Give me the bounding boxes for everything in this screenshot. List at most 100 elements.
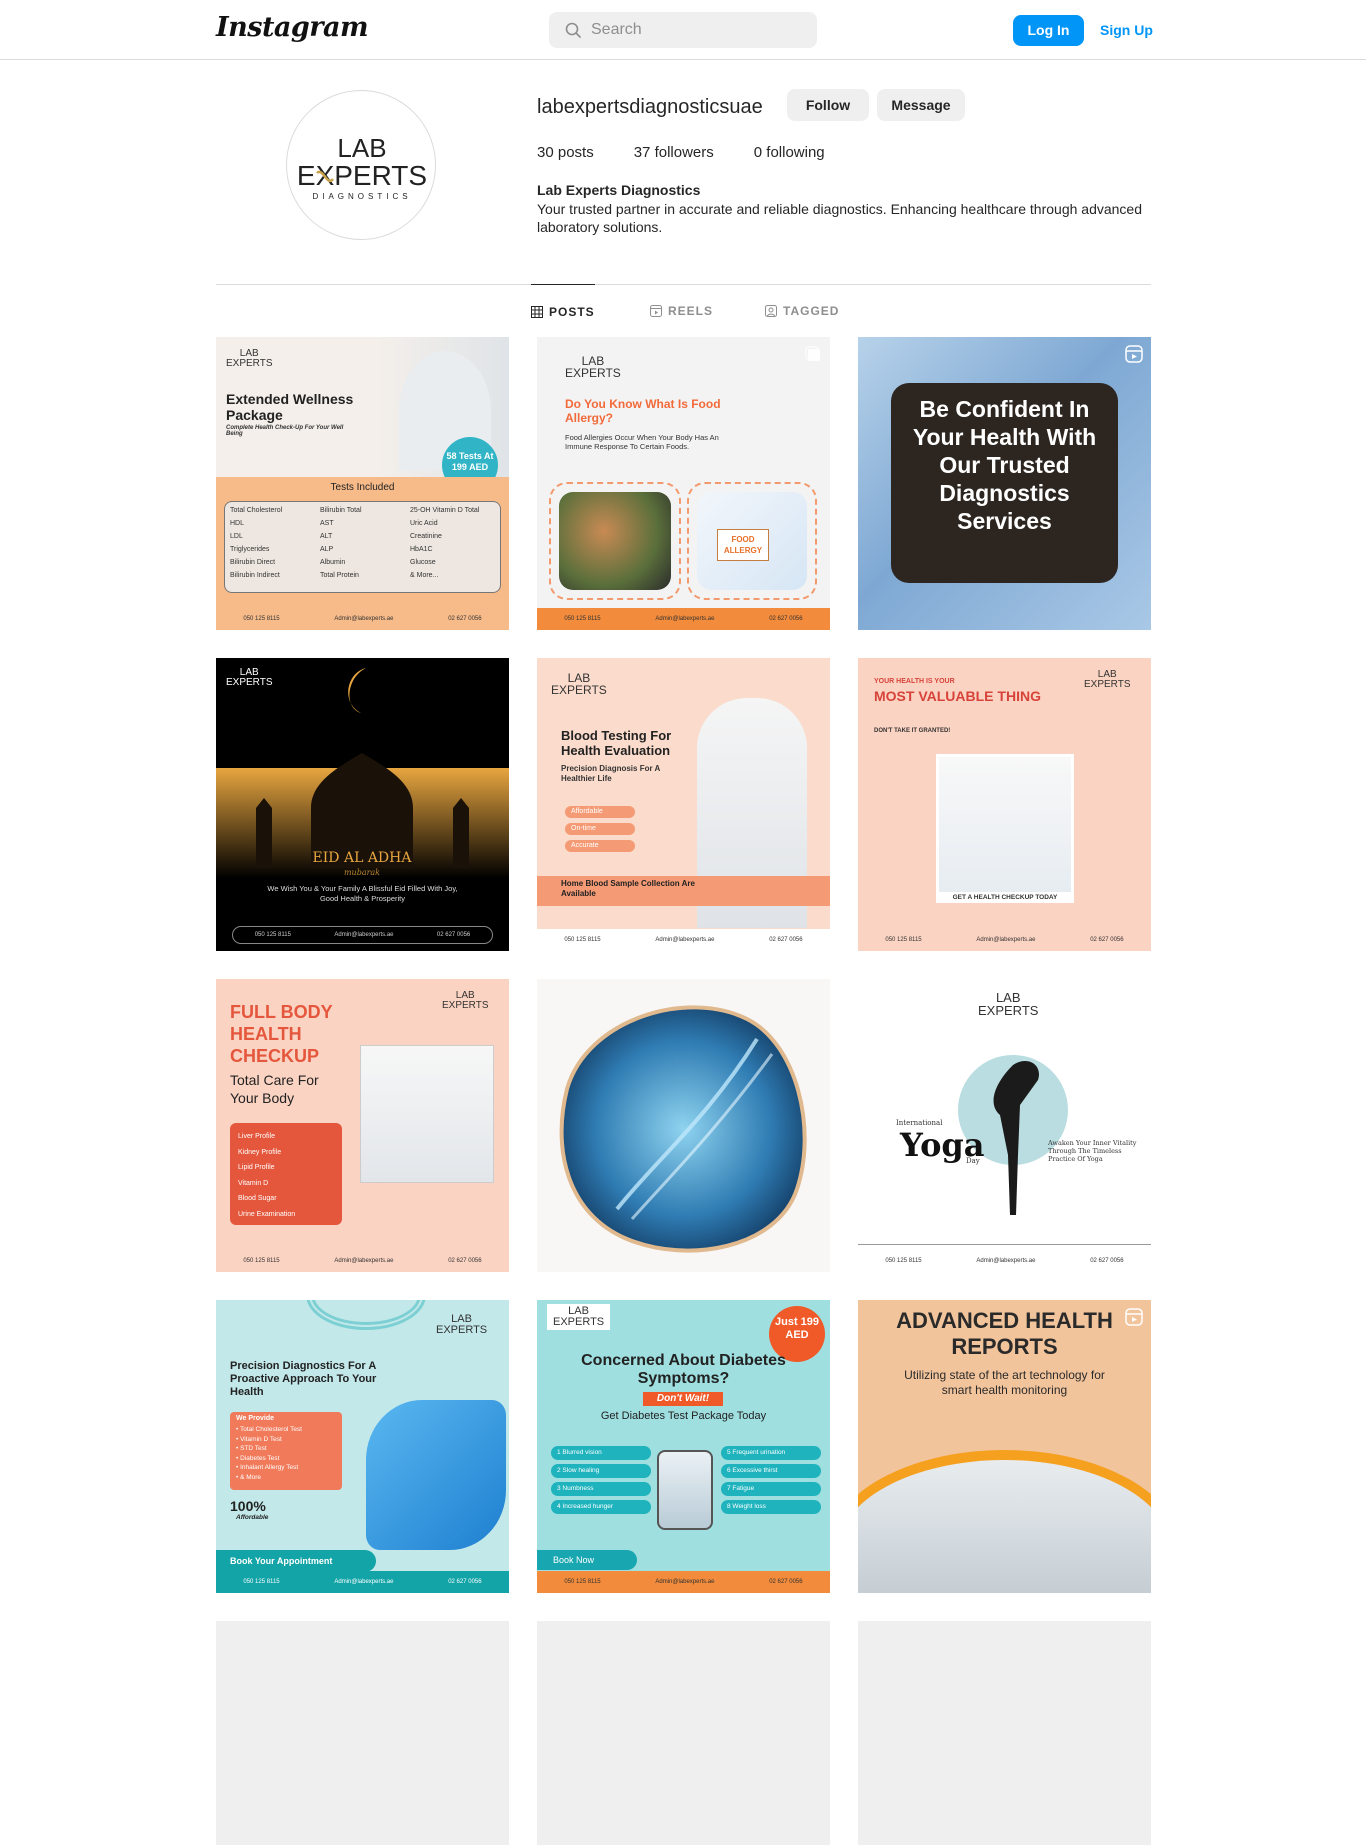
contact-footer: 050 125 8115 Admin@labexperts.ae 02 627 … (858, 1250, 1151, 1272)
post-subtitle: Total Care For Your Body (230, 1072, 319, 1106)
chip-affordable: Affordable (565, 806, 635, 818)
contact-tel: 02 627 0056 (448, 1579, 482, 1585)
profile-stats: 30 posts 37 followers 0 following (537, 144, 825, 161)
tab-tagged[interactable]: TAGGED (765, 284, 839, 336)
stat-label: Affordable (236, 1514, 269, 1521)
following-count[interactable]: 0 following (754, 144, 825, 161)
followers-count[interactable]: 37 followers (634, 144, 714, 161)
contact-tel: 02 627 0056 (769, 1579, 803, 1585)
contact-email: Admin@labexperts.ae (976, 1258, 1036, 1264)
contact-footer: 050 125 8115 Admin@labexperts.ae 02 627 … (216, 608, 509, 630)
box-title: We Provide (236, 1415, 274, 1422)
test-item: LDL (230, 533, 243, 540)
provided-test-item: • & More (236, 1473, 262, 1481)
contact-phone: 050 125 8115 (885, 1258, 922, 1264)
cta-text: GET A HEALTH CHECKUP TODAY (936, 892, 1074, 903)
contact-footer: 050 125 8115 Admin@labexperts.ae 02 627 … (858, 929, 1151, 951)
contact-phone: 050 125 8115 (243, 1258, 280, 1264)
search-box[interactable] (549, 12, 817, 48)
contact-email: Admin@labexperts.ae (334, 932, 394, 938)
profile-avatar[interactable]: LAB EXPERTS DIAGNOSTICS (286, 90, 436, 240)
post-yoga-day[interactable]: LAB EXPERTS International Yoga Day Awaken… (858, 979, 1151, 1272)
contact-tel: 02 627 0056 (1090, 937, 1124, 943)
lab-experts-logo: LAB EXPERTS DIAGNOSTICS (297, 133, 427, 201)
post-advanced-health-reports[interactable]: ADVANCED HEALTH REPORTS Utilizing state … (858, 1300, 1151, 1593)
post-eid-al-adha[interactable]: LAB EXPERTS EID AL ADHA mubarak We Wish Y… (216, 658, 509, 951)
post-logo: LAB EXPERTS (436, 1313, 488, 1336)
post-placeholder (537, 1621, 830, 1845)
test-item: Total Protein (320, 572, 359, 579)
post-title: Precision Diagnostics For A Proactive Ap… (230, 1360, 377, 1398)
test-item: & More... (410, 572, 439, 579)
tab-label: TAGGED (783, 304, 840, 318)
sign-up-link[interactable]: Sign Up (1100, 15, 1153, 46)
eid-title: EID AL ADHA (313, 850, 413, 866)
contact-phone: 050 125 8115 (564, 616, 601, 622)
contact-email: Admin@labexperts.ae (334, 1579, 394, 1585)
contact-tel: 02 627 0056 (448, 616, 482, 622)
post-food-allergy[interactable]: LAB EXPERTS Do You Know What Is Food Alle… (537, 337, 830, 630)
post-extended-wellness[interactable]: LAB EXPERTS Extended Wellness Package Com… (216, 337, 509, 630)
post-logo: LAB EXPERTS (565, 354, 621, 380)
provided-test-item: • Diabetes Test (236, 1454, 280, 1462)
log-in-button[interactable]: Log In (1013, 15, 1084, 46)
tab-reels[interactable]: REELS (650, 284, 713, 336)
book-now-cta: Book Now (537, 1550, 637, 1570)
post-most-valuable[interactable]: YOUR HEALTH IS YOUR MOST VALUABLE THING … (858, 658, 1151, 951)
post-title: Concerned About Diabetes Symptoms? (581, 1352, 786, 1387)
tab-posts[interactable]: POSTS (531, 284, 595, 336)
post-diabetes[interactable]: LAB EXPERTS Just 199 AED Concerned About … (537, 1300, 830, 1593)
food-allergy-tag: FOOD ALLERGY (717, 529, 769, 561)
contact-phone: 050 125 8115 (564, 937, 601, 943)
reel-icon (1125, 345, 1143, 363)
search-input[interactable] (591, 12, 801, 48)
tab-label: POSTS (549, 305, 595, 319)
post-text: Food Allergies Occur When Your Body Has … (565, 433, 719, 451)
follow-button[interactable]: Follow (787, 89, 869, 121)
post-be-confident[interactable]: Be Confident In Your Health With Our Tru… (858, 337, 1151, 630)
post-logo: LAB EXPERTS (978, 990, 1039, 1018)
contact-phone: 050 125 8115 (254, 932, 291, 938)
post-title: Blood Testing For Health Evaluation (561, 728, 672, 758)
avatar-logo-line2: EXPERTS (297, 160, 427, 191)
instagram-logo[interactable]: Instagram (216, 12, 369, 43)
chip-on-time: On-time (565, 823, 635, 835)
checkup-item: Lipid Profile (238, 1164, 275, 1171)
profile-username: labexpertsdiagnosticsuae (537, 96, 763, 118)
tests-included-heading: Tests Included (330, 482, 395, 493)
test-item: Bilirubin Total (320, 507, 362, 514)
contact-footer: 050 125 8115 Admin@labexperts.ae 02 627 … (216, 1250, 509, 1272)
post-full-body-checkup[interactable]: FULL BODY HEALTH CHECKUP Total Care For … (216, 979, 509, 1272)
post-title: MOST VALUABLE THING (874, 688, 1041, 704)
post-dna-image[interactable] (537, 979, 830, 1272)
post-title: FULL BODY HEALTH CHECKUP (230, 1002, 333, 1066)
provided-tests: • Total Cholesterol Test • Vitamin D Test… (236, 1425, 340, 1482)
post-blood-testing[interactable]: LAB EXPERTS Blood Testing For Health Eval… (537, 658, 830, 951)
contact-email: Admin@labexperts.ae (655, 616, 715, 622)
provided-test-item: • Inhalant Allergy Test (236, 1464, 299, 1471)
contact-phone: 050 125 8115 (243, 616, 280, 622)
mosque-illustration: EID AL ADHA mubarak (216, 668, 509, 878)
post-subtitle: Precision Diagnosis For A Healthier Life (561, 764, 660, 783)
contact-footer: 050 125 8115 Admin@labexperts.ae 02 627 … (232, 926, 493, 944)
glove-image (366, 1400, 506, 1550)
contact-tel: 02 627 0056 (448, 1258, 482, 1264)
tab-label: REELS (668, 304, 714, 318)
test-item: Bilirubin Direct (230, 559, 276, 566)
contact-footer: 050 125 8115 Admin@labexperts.ae 02 627 … (537, 929, 830, 951)
post-precision-diagnostics[interactable]: LAB EXPERTS Precision Diagnostics For A P… (216, 1300, 509, 1593)
post-subtitle: Get Diabetes Test Package Today (600, 1410, 767, 1422)
post-footer-text: Home Blood Sample Collection Are Availab… (561, 879, 695, 898)
symptom-item: 7 Fatigue (721, 1482, 821, 1496)
yoga-quote: Awaken Your Inner Vitality Through The T… (1048, 1139, 1137, 1163)
contact-footer: 050 125 8115 Admin@labexperts.ae 02 627 … (537, 608, 830, 630)
contact-email: Admin@labexperts.ae (655, 1579, 715, 1585)
yoga-day: Day (966, 1157, 980, 1165)
provided-test-item: • Total Cholesterol Test (236, 1426, 302, 1433)
test-item: ALP (320, 546, 334, 553)
test-item: Triglycerides (230, 546, 270, 553)
message-button[interactable]: Message (877, 89, 965, 121)
symptom-item: 2 Slow healing (551, 1464, 651, 1478)
contact-tel: 02 627 0056 (1090, 1258, 1124, 1264)
post-title: Do You Know What Is Food Allergy? (565, 397, 721, 425)
